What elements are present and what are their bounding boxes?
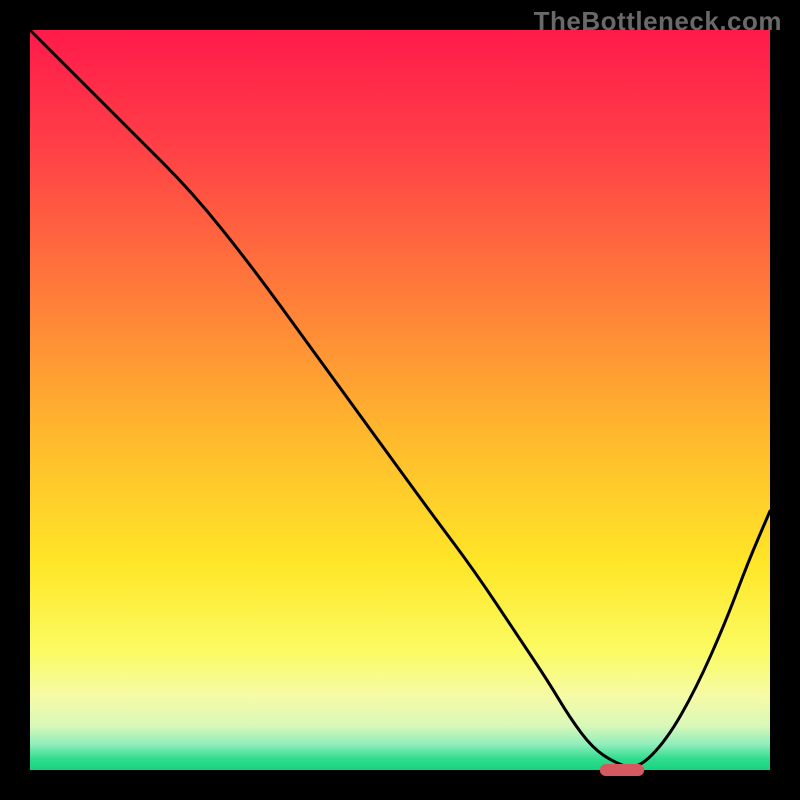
- bottleneck-chart: [0, 0, 800, 800]
- optimal-marker: [600, 764, 644, 776]
- chart-frame: { "watermark": "TheBottleneck.com", "col…: [0, 0, 800, 800]
